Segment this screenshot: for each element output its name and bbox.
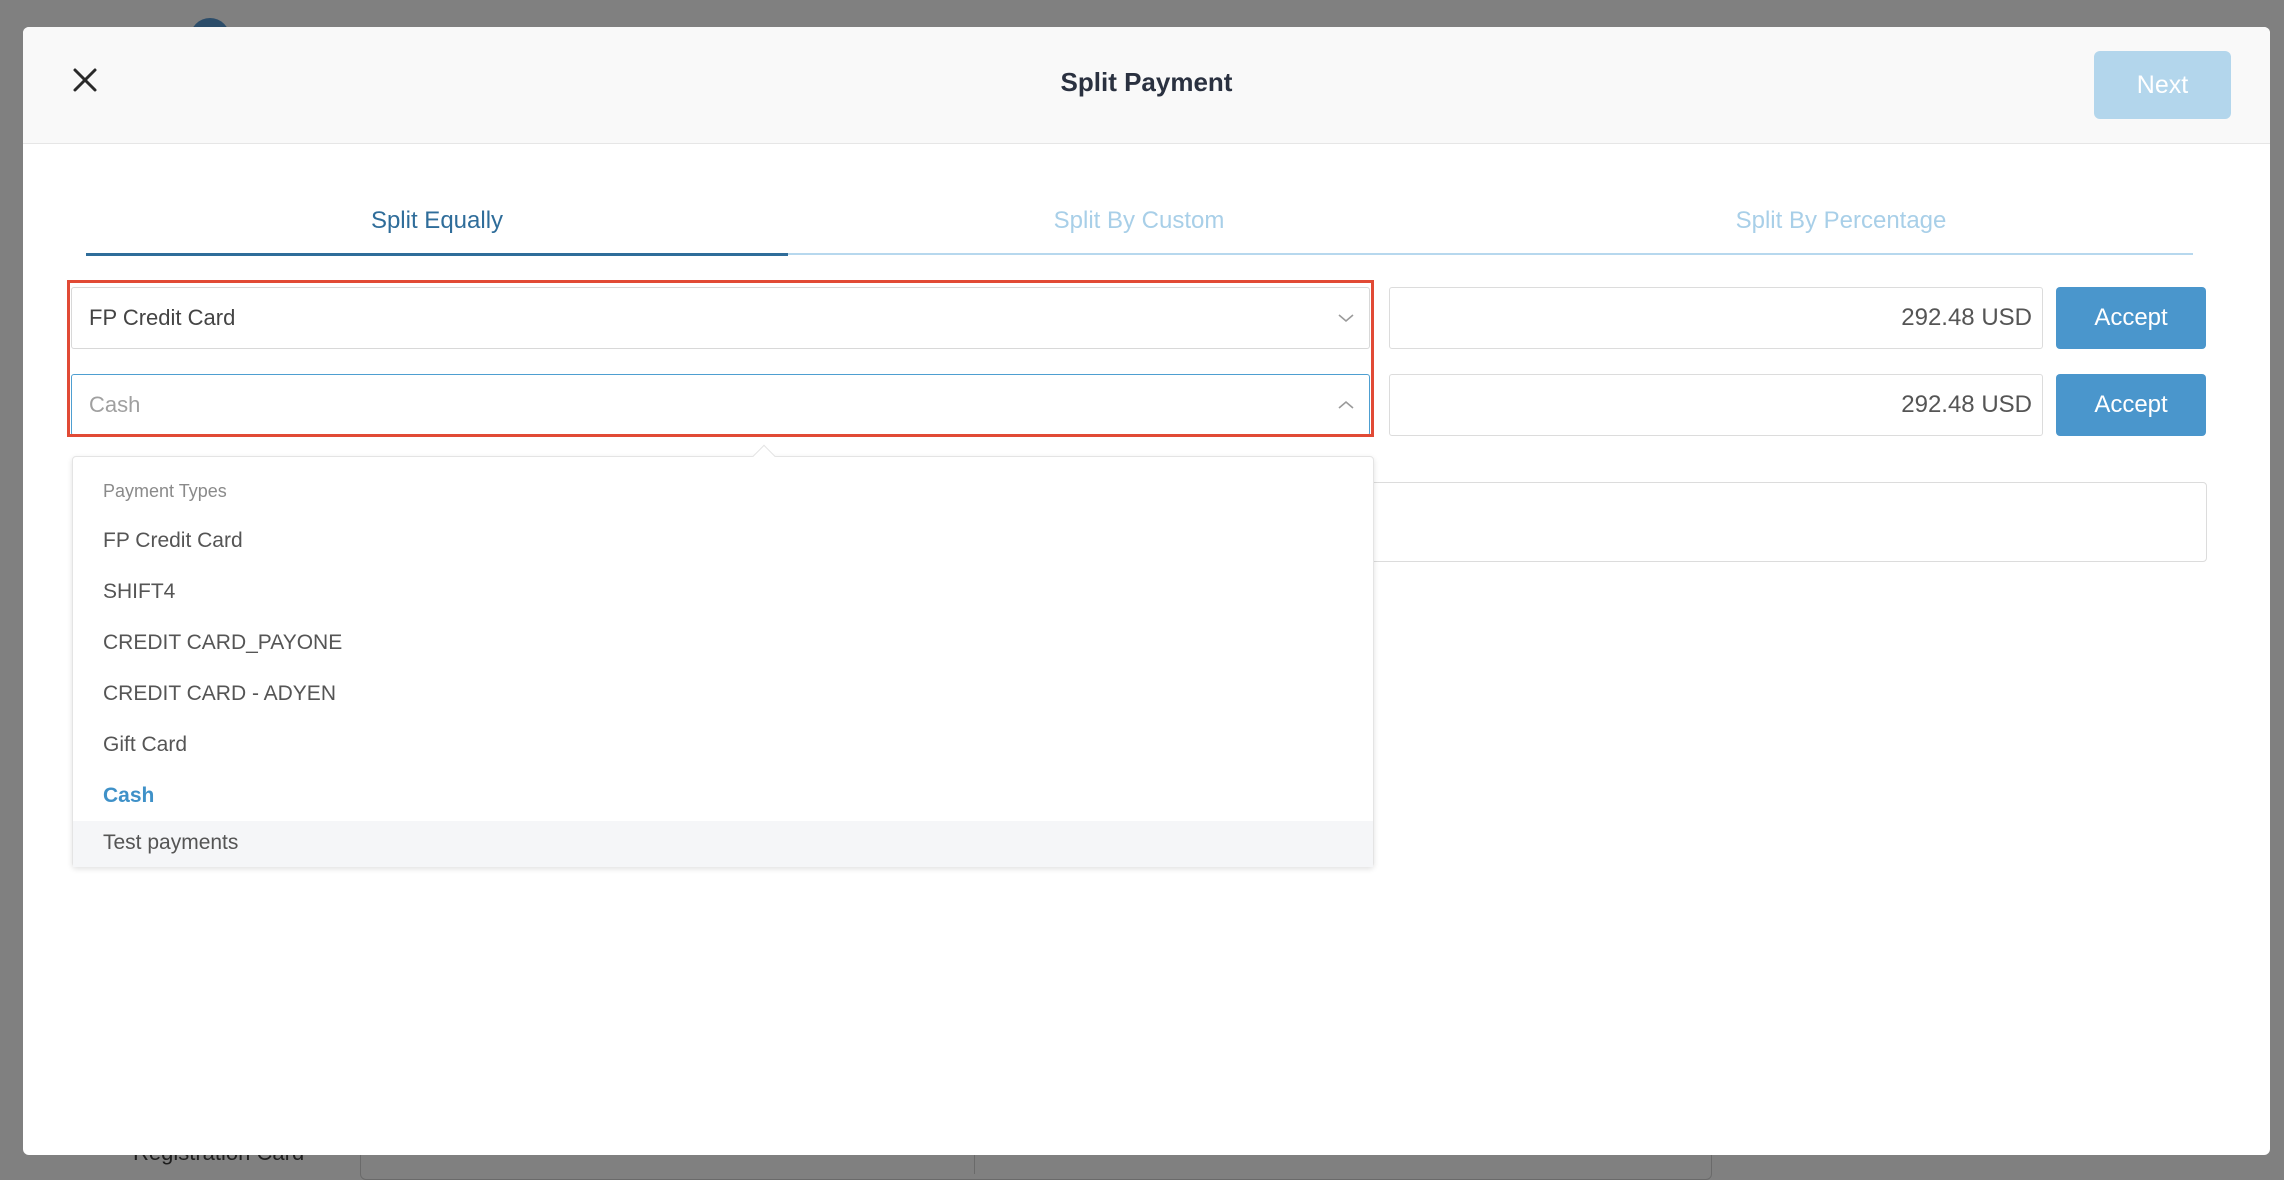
dropdown-option-cash[interactable]: Cash xyxy=(73,770,1373,821)
payment-type-dropdown: Payment Types FP Credit Card SHIFT4 CRED… xyxy=(72,444,1374,867)
notes-field[interactable] xyxy=(1351,482,2207,562)
modal-header: Split Payment Next xyxy=(23,27,2270,144)
next-button[interactable]: Next xyxy=(2094,51,2231,119)
highlight-box xyxy=(67,280,1374,437)
dropdown-option-credit-card-adyen[interactable]: CREDIT CARD - ADYEN xyxy=(73,668,1373,719)
dropdown-option-credit-card-payone[interactable]: CREDIT CARD_PAYONE xyxy=(73,617,1373,668)
dropdown-group-label: Payment Types xyxy=(103,481,227,501)
dropdown-option-fp-credit-card[interactable]: FP Credit Card xyxy=(73,515,1373,566)
amount-field-2[interactable]: 292.48 USD xyxy=(1389,374,2043,436)
tab-label: Split By Percentage xyxy=(1735,207,1947,234)
tab-label: Split By Custom xyxy=(1053,207,1225,234)
split-tabs: Split Equally Split By Custom Split By P… xyxy=(86,197,2193,256)
tab-split-by-percentage[interactable]: Split By Percentage xyxy=(1490,197,2192,255)
tab-split-by-custom[interactable]: Split By Custom xyxy=(788,197,1490,255)
accept-button-2[interactable]: Accept xyxy=(2056,374,2206,436)
tab-split-equally[interactable]: Split Equally xyxy=(86,197,788,256)
split-payment-modal: Split Payment Next Split Equally Split B… xyxy=(23,27,2270,1155)
dropdown-caret xyxy=(752,444,776,468)
modal-title: Split Payment xyxy=(1060,67,1233,97)
active-tab-indicator xyxy=(86,253,788,256)
dropdown-option-shift4[interactable]: SHIFT4 xyxy=(73,566,1373,617)
tab-label: Split Equally xyxy=(370,207,504,234)
accept-button-1[interactable]: Accept xyxy=(2056,287,2206,349)
dropdown-option-gift-card[interactable]: Gift Card xyxy=(73,719,1373,770)
dropdown-option-test-payments[interactable]: Test payments xyxy=(73,821,1373,867)
amount-field-1[interactable]: 292.48 USD xyxy=(1389,287,2043,349)
